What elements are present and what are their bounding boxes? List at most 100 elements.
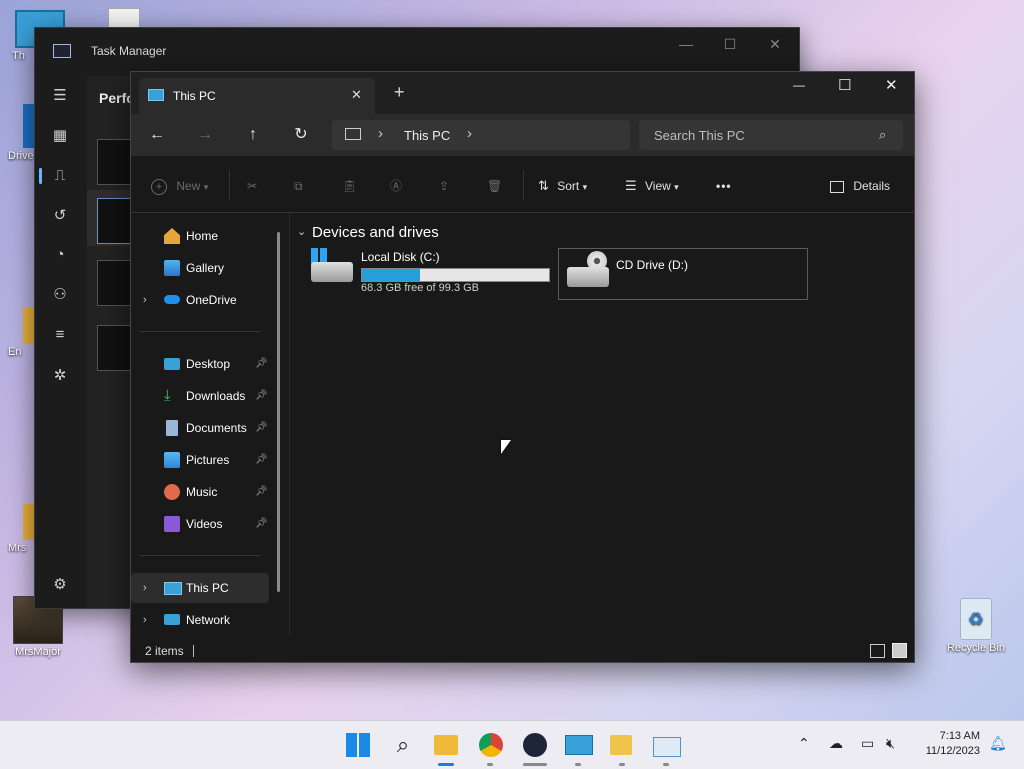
file-explorer-window[interactable]: This PC ✕ + — ☐ ✕ ← → ↑ ↻ › This PC › Se… [130, 71, 915, 663]
search-input[interactable]: Search This PC [654, 128, 745, 143]
paste-icon[interactable]: 📋︎ [342, 176, 357, 196]
breadcrumb-this-pc[interactable]: This PC [404, 128, 450, 143]
sidebar-item-desktop[interactable]: Desktop 📌︎ [131, 349, 269, 379]
sidebar-item-documents[interactable]: Documents 📌︎ [131, 413, 269, 443]
rename-icon[interactable]: Ⓐ [390, 176, 402, 196]
tm-close-button[interactable]: ✕ [760, 36, 790, 53]
tm-minimize-button[interactable]: — [671, 36, 701, 52]
network-icon[interactable]: ▭ [861, 735, 874, 752]
chevron-right-icon[interactable]: › [143, 573, 147, 603]
tm-maximize-button[interactable]: ☐ [715, 36, 745, 53]
running-app-indicator [619, 763, 625, 766]
pin-icon: 📌︎ [255, 422, 268, 433]
group-collapse-chevron-icon[interactable]: ⌄ [297, 225, 306, 238]
details-icon[interactable]: ≡ [49, 324, 71, 346]
show-hidden-icons-chevron-icon[interactable]: ⌃ [798, 735, 810, 752]
sort-icon: ⇅ [538, 178, 549, 193]
sidebar-item-label: Downloads [186, 389, 246, 403]
volume-muted-icon[interactable]: 🔇︎ [886, 735, 895, 752]
sidebar-item-onedrive[interactable]: › OneDrive [131, 285, 269, 315]
sidebar-item-label: Gallery [186, 261, 225, 275]
running-app-indicator [487, 763, 493, 766]
perf-graph-cpu[interactable] [97, 139, 133, 185]
folder-icon [610, 735, 632, 755]
sidebar-item-music[interactable]: Music 📌︎ [131, 477, 269, 507]
file-explorer-icon[interactable] [430, 729, 462, 761]
perf-graph-disk[interactable] [97, 260, 133, 306]
chrome-logo-icon [479, 733, 503, 757]
new-button[interactable]: + New ▾ [151, 176, 208, 196]
windows-drive-icon [309, 248, 355, 284]
command-bar: + New ▾ ✂ ⧉ 📋︎ Ⓐ ⇪ 🗑︎ ⇅ Sort ▾ ☰ View ▾ … [131, 156, 914, 213]
chevron-right-icon[interactable]: › [143, 285, 147, 315]
notification-bell-icon[interactable]: 🔔︎ [989, 735, 1007, 752]
refresh-icon[interactable]: ↻ [287, 123, 315, 147]
monitor-icon [164, 582, 182, 595]
chevron-right-icon[interactable]: › [143, 605, 147, 635]
drive-tile-cd-drive[interactable]: CD Drive (D:) [558, 248, 808, 300]
large-icons-view-icon[interactable] [892, 643, 907, 658]
details-pane-button[interactable]: Details [830, 176, 890, 196]
forward-arrow-icon[interactable]: → [191, 123, 219, 147]
startup-apps-icon[interactable]: ◔ [49, 244, 71, 266]
copy-icon[interactable]: ⧉ [294, 176, 303, 196]
processes-icon[interactable]: ▦ [49, 125, 71, 147]
users-icon[interactable]: ⚇ [49, 284, 71, 306]
sidebar-item-label: Music [186, 485, 218, 499]
maximize-button[interactable]: ☐ [838, 76, 851, 94]
navigation-pane-scrollbar[interactable] [277, 232, 280, 592]
clock[interactable]: 7:13 AM 11/12/2023 [912, 729, 980, 759]
music-note-icon [164, 484, 180, 500]
group-header-devices-and-drives[interactable]: Devices and drives [312, 224, 439, 241]
services-icon[interactable]: ✲ [49, 365, 71, 387]
windows-logo-icon [346, 733, 370, 757]
close-button[interactable]: ✕ [885, 76, 898, 94]
see-more-button[interactable]: ••• [716, 176, 732, 196]
sidebar-item-network[interactable]: › Network [131, 605, 269, 635]
performance-icon[interactable]: ⎍ [49, 165, 71, 187]
minimize-button[interactable]: — [793, 78, 805, 92]
monitor-icon [148, 89, 164, 101]
share-icon[interactable]: ⇪ [439, 176, 449, 196]
cut-icon[interactable]: ✂ [247, 176, 257, 196]
settings-gear-icon[interactable]: ⚙ [49, 574, 71, 596]
view-button[interactable]: ☰ View ▾ [625, 176, 679, 196]
chrome-icon[interactable] [475, 729, 507, 761]
task-manager-icon[interactable] [650, 729, 682, 761]
new-tab-button[interactable]: + [394, 82, 405, 103]
address-bar[interactable]: › This PC › [332, 120, 630, 150]
sidebar-item-pictures[interactable]: Pictures 📌︎ [131, 445, 269, 475]
drive-name: Local Disk (C:) [361, 250, 440, 264]
pane-divider[interactable] [289, 213, 290, 635]
sort-button[interactable]: ⇅ Sort ▾ [538, 176, 587, 196]
app-history-icon[interactable]: ↺ [49, 205, 71, 227]
hamburger-menu-icon[interactable]: ☰ [49, 85, 71, 107]
remote-desktop-icon[interactable] [562, 729, 594, 761]
sidebar-item-label: Documents [186, 421, 247, 435]
search-icon[interactable]: ⌕ [387, 729, 419, 761]
breadcrumb-separator: › [378, 125, 383, 142]
onedrive-offline-icon[interactable]: ☁ [829, 735, 843, 752]
tab-close-icon[interactable]: ✕ [351, 87, 362, 103]
perf-graph-memory[interactable] [97, 198, 133, 244]
onedrive-folder-icon[interactable] [606, 729, 638, 761]
unreal-icon[interactable] [519, 729, 551, 761]
hard-disk-icon [567, 267, 609, 287]
navigation-pane: Home Gallery › OneDrive Desktop 📌︎ ⤓ Dow… [131, 213, 289, 635]
sidebar-item-videos[interactable]: Videos 📌︎ [131, 509, 269, 539]
start-icon[interactable] [342, 729, 374, 761]
sidebar-item-this-pc[interactable]: › This PC [131, 573, 269, 603]
perf-graph-network[interactable] [97, 325, 133, 371]
tab-this-pc[interactable]: This PC ✕ [139, 78, 375, 114]
delete-icon[interactable]: 🗑︎ [487, 176, 502, 196]
sidebar-item-gallery[interactable]: Gallery [131, 253, 269, 283]
search-box[interactable]: Search This PC ⌕ [639, 120, 903, 150]
breadcrumb-chevron-icon[interactable]: › [467, 125, 472, 142]
sidebar-item-downloads[interactable]: ⤓ Downloads 📌︎ [131, 381, 269, 411]
details-view-icon[interactable] [870, 644, 885, 658]
sidebar-item-label: Videos [186, 517, 223, 531]
up-arrow-icon[interactable]: ↑ [239, 123, 267, 147]
sidebar-item-home[interactable]: Home [131, 221, 269, 251]
back-arrow-icon[interactable]: ← [143, 123, 171, 147]
desktop-icon-recycle-bin[interactable]: ♻ Recycle Bin [944, 598, 1008, 654]
